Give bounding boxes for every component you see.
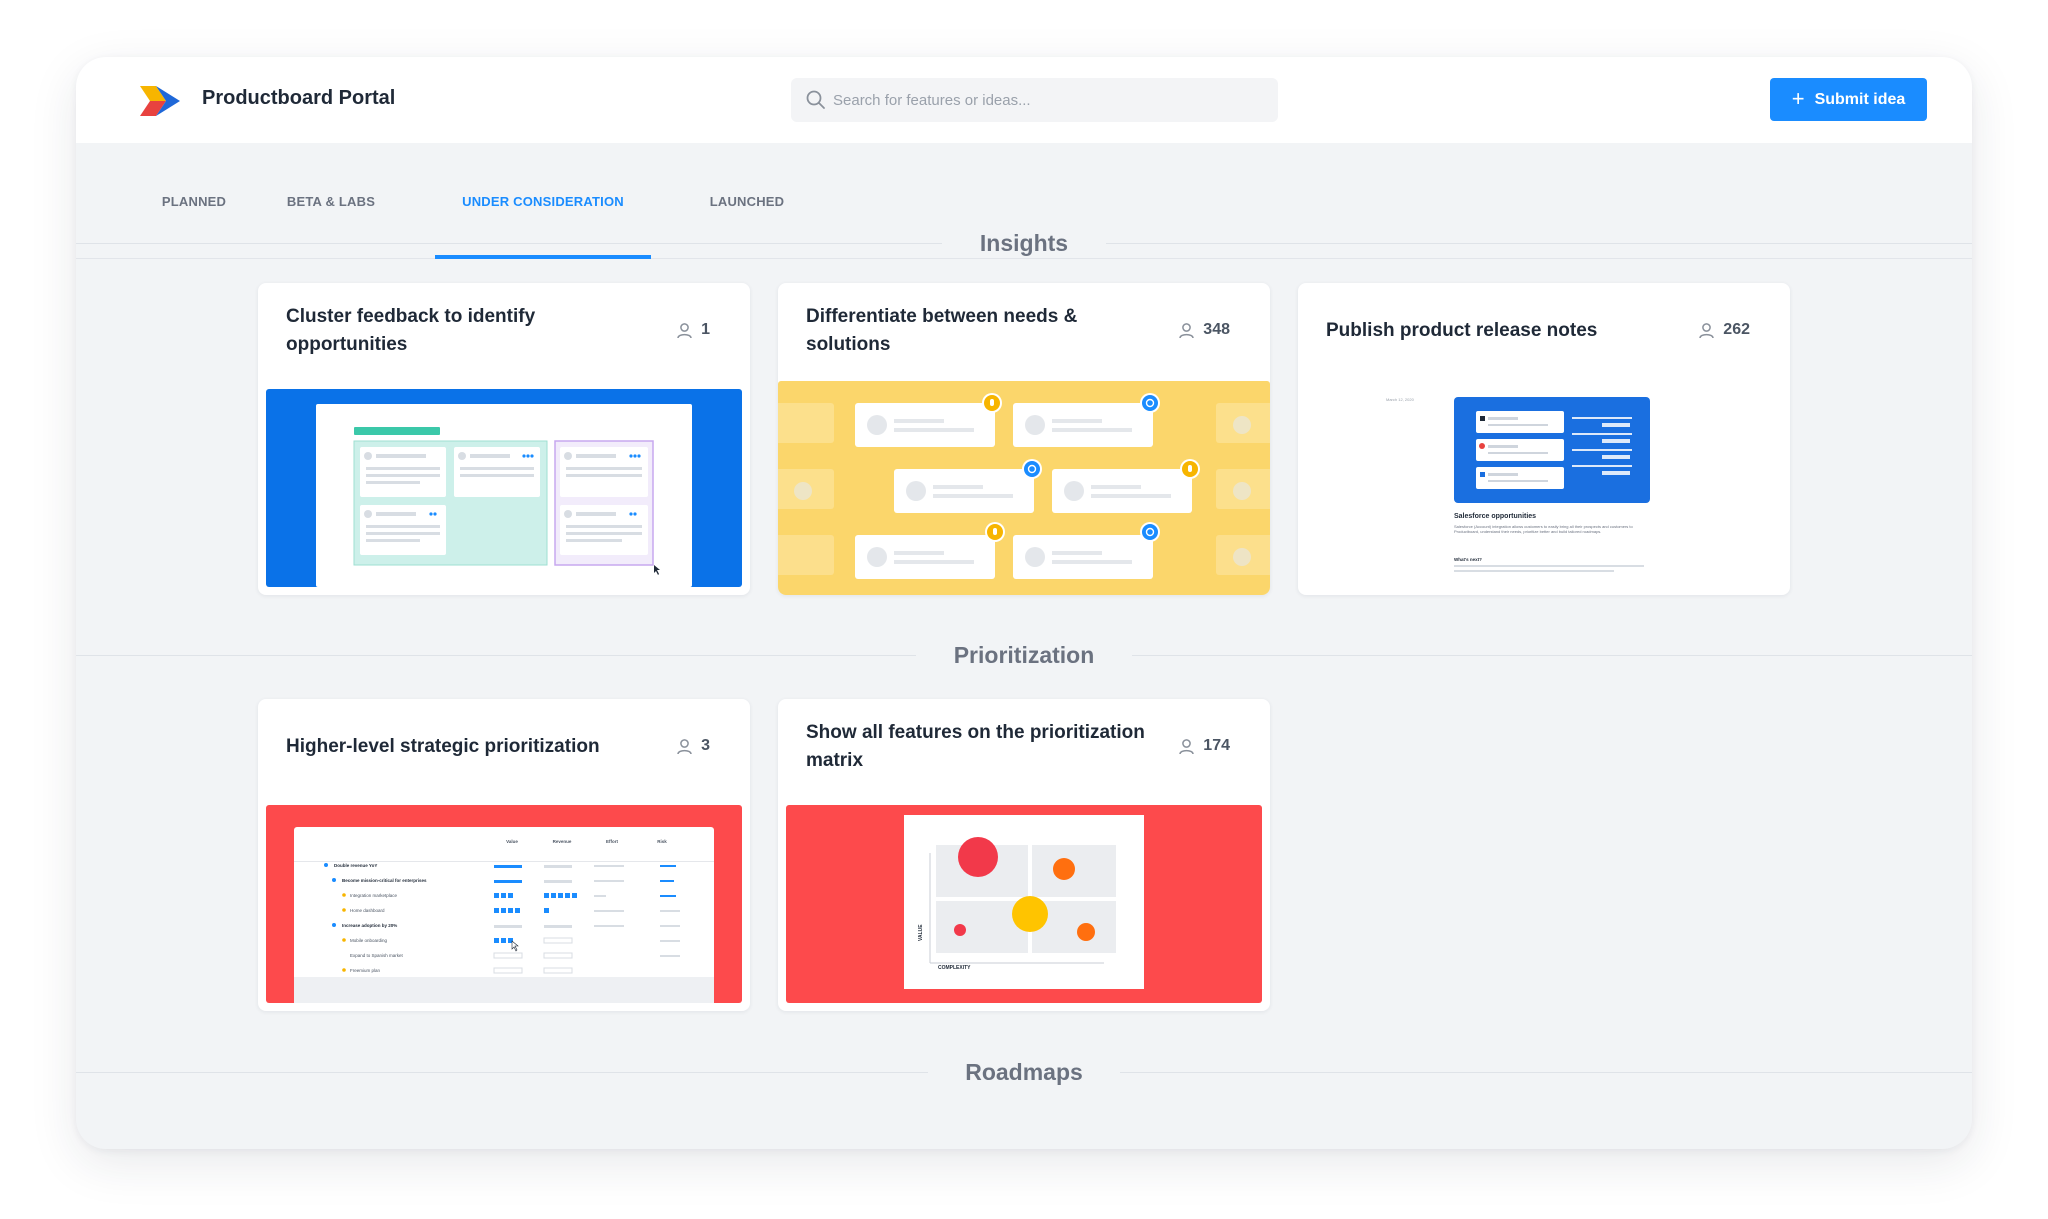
prioritization-table-preview: Value Revenue Effort Risk Double revenue… [266,805,742,1003]
voter-count: 3 [676,737,710,755]
feature-card[interactable]: Differentiate between needs & solutions … [778,283,1270,595]
search-icon [806,90,825,109]
user-icon [1699,322,1715,338]
voter-count: 348 [1178,321,1230,339]
section-title: Roadmaps [945,1058,1103,1086]
voter-number: 3 [701,737,710,754]
user-icon [677,738,692,754]
preview-subheading: What's next? [1454,557,1482,562]
submit-idea-label: Submit idea [1814,90,1906,108]
voter-count: 174 [1178,737,1230,755]
integration-panel-graphic [1454,397,1650,503]
voter-number: 174 [1203,737,1230,754]
plus-icon: + [1791,85,1805,111]
feature-card[interactable]: Higher-level strategic prioritization 3 … [258,699,750,1011]
axis-label-y: VALUE [918,924,924,941]
section-heading-insights: Insights [76,223,1972,263]
voter-count: 262 [1698,321,1750,339]
axis-label-x: COMPLEXITY [938,965,971,971]
card-title: Publish product release notes [1326,320,1598,341]
release-notes-preview: March 12, 2020 Salesforce opportunities … [1306,389,1782,587]
table-panel: Value Revenue Effort Risk Double revenue… [294,827,714,1003]
feature-card[interactable]: Publish product release notes 262 March … [1298,283,1790,595]
header: Productboard Portal + Submit idea [76,57,1972,143]
search-input[interactable] [833,78,1263,122]
user-icon [1179,738,1195,754]
release-date: March 12, 2020 [1386,397,1414,402]
table-bars-graphic [324,863,680,974]
prioritization-matrix-preview: VALUE COMPLEXITY [786,805,1262,1003]
voter-count: 1 [676,321,710,339]
feature-card[interactable]: Cluster feedback to identify opportuniti… [258,283,750,595]
voter-number: 348 [1203,321,1230,338]
card-title: Show all features on the prioritization … [806,722,1145,771]
text-lines-graphic [1454,565,1644,572]
preview-heading: Salesforce opportunities [1454,513,1537,520]
search-bar[interactable] [791,78,1278,122]
card-title: Differentiate between needs & solutions [806,306,1078,355]
feature-card[interactable]: Show all features on the prioritization … [778,699,1270,1011]
section-heading-roadmaps: Roadmaps [76,1052,1972,1092]
matrix-graphic [929,837,1116,964]
voter-number: 262 [1723,321,1750,338]
matrix-panel: VALUE COMPLEXITY [904,815,1144,989]
section-title: Insights [959,229,1089,257]
productboard-logo-icon [140,86,180,116]
voter-number: 1 [701,321,710,338]
needs-solutions-preview [778,381,1270,595]
card-title: Higher-level strategic prioritization [286,736,600,757]
submit-idea-button[interactable]: + Submit idea [1770,78,1927,121]
app-title: Productboard Portal [202,87,396,109]
insights-board-preview [266,389,742,587]
portal-window: Productboard Portal + Submit idea PLANNE… [76,57,1972,1149]
user-icon [677,322,692,338]
card-title: Cluster feedback to identify opportuniti… [286,306,536,355]
section-heading-prioritization: Prioritization [76,635,1972,675]
preview-body: Salesforce (Account) integration allows … [1454,524,1633,534]
section-title: Prioritization [933,641,1115,669]
user-icon [1179,322,1195,338]
